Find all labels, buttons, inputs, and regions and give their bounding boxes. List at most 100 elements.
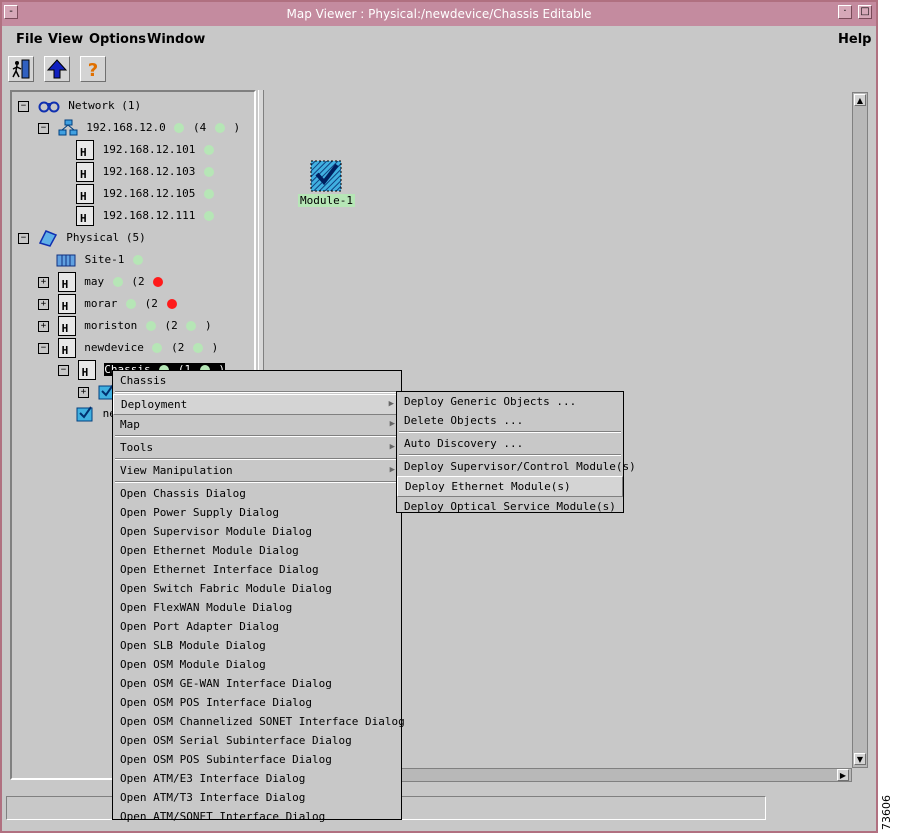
menu-view[interactable]: View	[48, 32, 83, 47]
scroll-down-icon[interactable]: ▼	[854, 753, 866, 765]
tree-label: 192.168.12.103	[102, 165, 196, 178]
menu-item-dialog[interactable]: Open Ethernet Module Dialog	[113, 541, 401, 560]
status-ok-icon	[174, 123, 185, 133]
tree-label: Network (1)	[68, 99, 142, 112]
tree-label: may	[84, 275, 105, 288]
device-icon	[76, 184, 94, 208]
status-ok-icon	[186, 321, 197, 331]
menu-item-dialog[interactable]: Open ATM/T3 Interface Dialog	[113, 788, 401, 807]
tree-count: (2	[164, 319, 178, 332]
binoculars-icon	[38, 101, 60, 113]
menu-item-dialog[interactable]: Open ATM/SONET Interface Dialog	[113, 807, 401, 826]
menu-item-deploy-ethernet[interactable]: Deploy Ethernet Module(s)	[397, 476, 623, 497]
tree-count-close: )	[233, 121, 241, 134]
tree-node-host[interactable]: 192.168.12.101	[76, 139, 216, 164]
tree-node-site[interactable]: Site-1	[56, 249, 145, 271]
window-menu-button[interactable]: -	[4, 5, 18, 19]
menu-item-dialog[interactable]: Open OSM POS Interface Dialog	[113, 693, 401, 712]
menu-item-deployment[interactable]: Deployment ▶	[113, 394, 401, 415]
tree-label: moriston	[84, 319, 138, 332]
expand-icon[interactable]: +	[38, 320, 49, 332]
menu-separator	[399, 431, 621, 433]
collapse-icon[interactable]: −	[58, 364, 69, 376]
map-module-node[interactable]	[310, 160, 342, 192]
collapse-icon[interactable]: −	[38, 342, 49, 354]
expand-icon[interactable]: +	[38, 298, 49, 310]
device-icon	[57, 338, 76, 362]
tree-label: 192.168.12.0	[86, 121, 166, 134]
menu-item-dialog[interactable]: Open OSM Serial Subinterface Dialog	[113, 731, 401, 750]
tree-node-physical[interactable]: − Physical (5)	[18, 227, 146, 249]
collapse-icon[interactable]: −	[18, 100, 29, 112]
expand-icon[interactable]: +	[38, 276, 49, 288]
menu-item-dialog[interactable]: Open OSM Module Dialog	[113, 655, 401, 674]
status-ok-icon	[152, 343, 163, 353]
menu-item-map[interactable]: Map ▶	[113, 415, 401, 434]
menu-item-dialog[interactable]: Open Chassis Dialog	[113, 484, 401, 503]
menu-item-dialog[interactable]: Open OSM POS Subinterface Dialog	[113, 750, 401, 769]
menu-options[interactable]: Options	[89, 32, 146, 47]
status-ok-icon	[133, 255, 143, 265]
collapse-icon[interactable]: −	[18, 232, 29, 244]
menu-item-dialog[interactable]: Open OSM Channelized SONET Interface Dia…	[113, 712, 405, 731]
menu-item-deploy-supervisor[interactable]: Deploy Supervisor/Control Module(s)	[397, 457, 636, 476]
menu-item-delete-objects[interactable]: Delete Objects ...	[397, 411, 623, 430]
tree-label: morar	[84, 297, 118, 310]
physical-icon	[38, 230, 57, 247]
tree-node-subnet[interactable]: − 192.168.12.0 (4 )	[38, 117, 240, 139]
collapse-icon[interactable]: −	[38, 122, 49, 134]
submenu-arrow-icon: ▶	[389, 442, 395, 452]
menu-item-deploy-generic[interactable]: Deploy Generic Objects ...	[397, 392, 623, 411]
menu-item-dialog[interactable]: Open Supervisor Module Dialog	[113, 522, 401, 541]
menu-item-dialog[interactable]: Open Switch Fabric Module Dialog	[113, 579, 401, 598]
menu-item-dialog[interactable]: Open OSM GE-WAN Interface Dialog	[113, 674, 401, 693]
menu-help[interactable]: Help	[838, 32, 871, 47]
scroll-right-icon[interactable]: ▶	[837, 769, 849, 781]
tree-count-close: )	[211, 341, 219, 354]
menu-item-deploy-optical[interactable]: Deploy Optical Service Module(s)	[397, 497, 623, 516]
tree-node-newdevice[interactable]: − newdevice (2 )	[38, 337, 219, 362]
status-ok-icon	[126, 299, 136, 309]
exit-button[interactable]	[8, 56, 34, 82]
tree-node-host[interactable]: 192.168.12.105	[76, 183, 216, 208]
tree-node-host[interactable]: 192.168.12.111	[76, 205, 216, 230]
minimize-button[interactable]: ·	[838, 5, 852, 19]
up-level-button[interactable]	[44, 56, 70, 82]
tree-node-may[interactable]: + may (2	[38, 271, 165, 296]
status-ok-icon	[203, 167, 214, 177]
menu-item-dialog[interactable]: Open Port Adapter Dialog	[113, 617, 401, 636]
up-arrow-icon	[46, 59, 68, 79]
menu-item-view-manipulation[interactable]: View Manipulation ▶	[113, 461, 401, 480]
help-button[interactable]: ?	[80, 56, 106, 82]
map-module-label[interactable]: Module-1	[298, 194, 355, 207]
menu-item-dialog[interactable]: Open ATM/E3 Interface Dialog	[113, 769, 401, 788]
menu-item-tools[interactable]: Tools ▶	[113, 438, 401, 457]
submenu-arrow-icon: ▶	[389, 419, 395, 429]
horizontal-scrollbar[interactable]: ▶	[400, 768, 852, 782]
tree-label: Physical (5)	[66, 231, 146, 244]
menu-item-dialog[interactable]: Open SLB Module Dialog	[113, 636, 401, 655]
menu-item-dialog[interactable]: Open FlexWAN Module Dialog	[113, 598, 401, 617]
tree-node-host[interactable]: 192.168.12.103	[76, 161, 216, 186]
window-menu-icon: -	[9, 6, 13, 17]
menu-item-auto-discovery[interactable]: Auto Discovery ...	[397, 434, 623, 453]
menu-item-dialog[interactable]: Open Power Supply Dialog	[113, 503, 401, 522]
device-icon	[76, 206, 94, 230]
maximize-button[interactable]: □	[858, 5, 872, 19]
menu-bar: File View Options Window Help	[6, 28, 871, 52]
tree-node-moriston[interactable]: + moriston (2 )	[38, 315, 212, 340]
title-bar[interactable]: Map Viewer : Physical:/newdevice/Chassis…	[2, 2, 876, 26]
expand-icon[interactable]: +	[78, 386, 89, 398]
site-icon	[56, 254, 76, 267]
status-alarm-icon	[153, 277, 164, 287]
menu-file[interactable]: File	[16, 32, 43, 47]
scroll-up-icon[interactable]: ▲	[854, 94, 866, 106]
module-icon	[310, 160, 342, 192]
vertical-scrollbar[interactable]: ▲ ▼	[852, 92, 868, 768]
menu-item-dialog[interactable]: Open Ethernet Interface Dialog	[113, 560, 401, 579]
tree-node-morar[interactable]: + morar (2	[38, 293, 179, 318]
menu-window[interactable]: Window	[147, 32, 205, 47]
tree-label: newdevice	[84, 341, 144, 354]
tree-node-network[interactable]: − Network (1)	[18, 95, 141, 117]
deployment-submenu: Deploy Generic Objects ... Delete Object…	[396, 391, 636, 516]
